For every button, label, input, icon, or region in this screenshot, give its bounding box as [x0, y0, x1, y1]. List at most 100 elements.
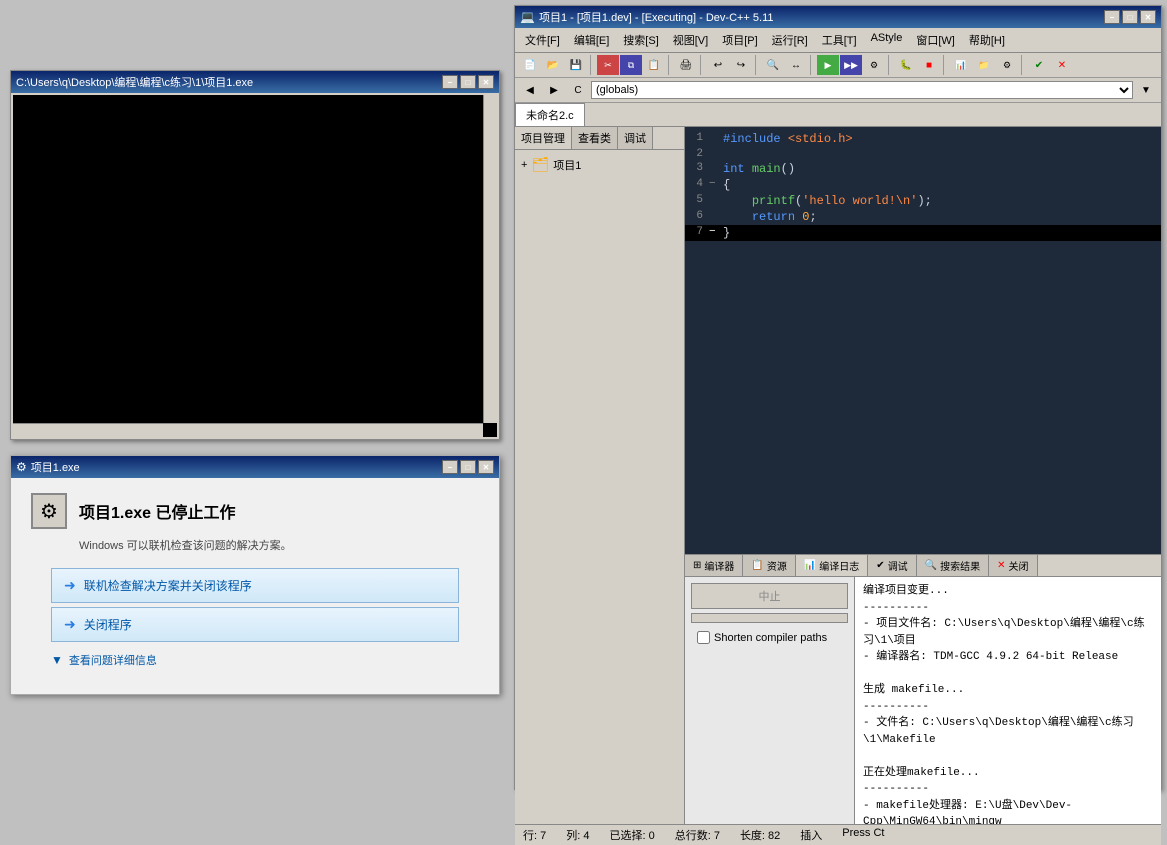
code-editor[interactable]: 1 #include <stdio.h> 2 3 int mai — [685, 127, 1161, 554]
menu-astyle[interactable]: AStyle — [865, 30, 909, 50]
chevron-down-icon: ▼ — [51, 653, 63, 667]
btab-resource[interactable]: 📋 资源 — [743, 555, 795, 576]
check-icon: ✔ — [876, 560, 884, 571]
tb-stop-btn[interactable]: ■ — [918, 55, 940, 75]
devcpp-close-btn[interactable]: ✕ — [1140, 10, 1156, 24]
tb-open-btn[interactable]: 📂 — [542, 55, 564, 75]
btab-search[interactable]: 🔍 搜索结果 — [917, 555, 989, 576]
compiler-buttons: 中止 Shorten compiler paths — [685, 577, 854, 654]
status-selected: 已选择: 0 — [609, 827, 654, 843]
terminal-max-btn[interactable]: □ — [460, 75, 476, 89]
tb-redo-btn[interactable]: ↪ — [730, 55, 752, 75]
tb-new-btn[interactable]: 📄 — [519, 55, 541, 75]
resource-icon: 📋 — [751, 560, 763, 571]
tb-compile-run-btn[interactable]: ⚙ — [863, 55, 885, 75]
code-line-7: 7 − } — [685, 225, 1161, 241]
menu-run[interactable]: 运行[R] — [766, 30, 814, 50]
status-total-lines: 总行数: 7 — [675, 827, 720, 843]
error-details-row[interactable]: ▼ 查看问题详细信息 — [51, 652, 459, 668]
error-dialog-titlebar: ⚙ 项目1.exe − □ ✕ — [11, 456, 499, 478]
error-details-label: 查看问题详细信息 — [69, 652, 157, 668]
menu-window[interactable]: 窗口[W] — [910, 30, 961, 50]
tb-compile-btn[interactable]: ▶ — [817, 55, 839, 75]
terminal-scrollbar[interactable] — [483, 95, 497, 423]
menu-edit[interactable]: 编辑[E] — [568, 30, 615, 50]
menu-view[interactable]: 视图[V] — [667, 30, 714, 50]
error-subtitle: Windows 可以联机检查该问题的解决方案。 — [79, 537, 479, 553]
btab-debug[interactable]: ✔ 调试 — [868, 555, 916, 576]
tb-back-btn[interactable]: ◀ — [519, 80, 541, 100]
menu-project[interactable]: 项目[P] — [716, 30, 763, 50]
tb-save-btn[interactable]: 💾 — [565, 55, 587, 75]
lp-tab-project[interactable]: 项目管理 — [515, 127, 572, 149]
output-line-10: 正在处理makefile... — [863, 765, 1153, 782]
shorten-paths-checkbox[interactable] — [697, 631, 710, 644]
tb-sep2 — [668, 55, 672, 75]
menu-search[interactable]: 搜索[S] — [617, 30, 664, 50]
tb-sep6 — [888, 55, 892, 75]
lp-tab-debug[interactable]: 调试 — [618, 127, 653, 149]
error-dialog: ⚙ 项目1.exe − □ ✕ ⚙ 项目1.exe 已停止工作 Windows … — [10, 455, 500, 695]
error-action1-btn[interactable]: ➜ 联机检查解决方案并关闭该程序 — [51, 568, 459, 603]
code-content: 1 #include <stdio.h> 2 3 int mai — [685, 127, 1161, 554]
folder-icon: 🗂 — [531, 156, 549, 173]
left-panel: 项目管理 查看类 调试 + 🗂 项目1 — [515, 127, 685, 824]
tb-settings-btn[interactable]: ⚙ — [996, 55, 1018, 75]
tb-find-btn[interactable]: 🔍 — [762, 55, 784, 75]
editor-tab-unnamed[interactable]: 未命名2.c — [515, 103, 585, 126]
tb-profile-btn[interactable]: 📊 — [950, 55, 972, 75]
tb-print-btn[interactable]: 🖨 — [675, 55, 697, 75]
tb-error-btn[interactable]: ✕ — [1051, 55, 1073, 75]
tb-copy-btn[interactable]: ⧉ — [620, 55, 642, 75]
error-dialog-max-btn[interactable]: □ — [460, 460, 476, 474]
error-header: ⚙ 项目1.exe 已停止工作 — [31, 493, 479, 529]
output-line-8: - 文件名: C:\Users\q\Desktop\编程\编程\c练习\1\Ma… — [863, 715, 1153, 748]
status-shortcut: Press Ct — [842, 827, 884, 843]
error-action2-btn[interactable]: ➜ 关闭程序 — [51, 607, 459, 642]
tb-class-btn[interactable]: C — [567, 80, 589, 100]
terminal-min-btn[interactable]: − — [442, 75, 458, 89]
error-dialog-close-btn[interactable]: ✕ — [478, 460, 494, 474]
lp-tab-class[interactable]: 查看类 — [572, 127, 618, 149]
compiler-left-panel: 中止 Shorten compiler paths — [685, 577, 855, 824]
btab-compile-log[interactable]: 📊 编译日志 — [796, 555, 868, 576]
error-dialog-min-btn[interactable]: − — [442, 460, 458, 474]
tb-check-btn[interactable]: ✔ — [1028, 55, 1050, 75]
toolbar-row1: 📄 📂 💾 ✂ ⧉ 📋 🖨 ↩ ↪ 🔍 ↔ ▶ ▶▶ ⚙ 🐛 ■ 📊 📁 ⚙ ✔… — [515, 53, 1161, 78]
devcpp-title: 项目1 - [项目1.dev] - [Executing] - Dev-C++ … — [539, 9, 774, 25]
tb-paste-btn[interactable]: 📋 — [643, 55, 665, 75]
tree-project-item[interactable]: + 🗂 项目1 — [519, 154, 680, 175]
tb-forward-btn[interactable]: ▶ — [543, 80, 565, 100]
output-text: 编译项目变更... ---------- - 项目文件名: C:\Users\q… — [855, 577, 1161, 824]
tb-globals-go-btn[interactable]: ▼ — [1135, 80, 1157, 100]
btab-compiler[interactable]: ⊞ 编译器 — [685, 555, 743, 576]
devcpp-min-btn[interactable]: − — [1104, 10, 1120, 24]
chart-icon: 📊 — [804, 560, 816, 571]
tb-debug-btn[interactable]: 🐛 — [895, 55, 917, 75]
globals-dropdown[interactable]: (globals) — [591, 81, 1133, 99]
tb-undo-btn[interactable]: ↩ — [707, 55, 729, 75]
tb-replace-btn[interactable]: ↔ — [785, 55, 807, 75]
code-line-4: 4 − { — [685, 177, 1161, 193]
tb-cut-btn[interactable]: ✂ — [597, 55, 619, 75]
terminal-hscrollbar[interactable] — [13, 423, 483, 437]
terminal-title: C:\Users\q\Desktop\编程\编程\c练习\1\项目1.exe — [16, 74, 253, 90]
devcpp-max-btn[interactable]: □ — [1122, 10, 1138, 24]
terminal-close-btn[interactable]: ✕ — [478, 75, 494, 89]
editor-tabs: 未命名2.c — [515, 103, 1161, 127]
comp-btn2[interactable] — [691, 613, 848, 623]
terminal-controls: − □ ✕ — [442, 75, 494, 89]
btab-close[interactable]: ✕ 关闭 — [989, 555, 1037, 576]
tb-sep5 — [810, 55, 814, 75]
menu-tools[interactable]: 工具[T] — [816, 30, 863, 50]
stop-compile-btn[interactable]: 中止 — [691, 583, 848, 609]
error-action2-label: 关闭程序 — [84, 616, 132, 633]
search-icon: 🔍 — [925, 560, 937, 571]
status-row: 行: 7 — [523, 827, 546, 843]
tb-project-btn[interactable]: 📁 — [973, 55, 995, 75]
menu-file[interactable]: 文件[F] — [519, 30, 566, 50]
output-line-12: - makefile处理器: E:\U盘\Dev\Dev-Cpp\MinGW64… — [863, 798, 1153, 825]
tb-run-btn[interactable]: ▶▶ — [840, 55, 862, 75]
menu-help[interactable]: 帮助[H] — [963, 30, 1011, 50]
devcpp-titlebar: 💻 项目1 - [项目1.dev] - [Executing] - Dev-C+… — [515, 6, 1161, 28]
